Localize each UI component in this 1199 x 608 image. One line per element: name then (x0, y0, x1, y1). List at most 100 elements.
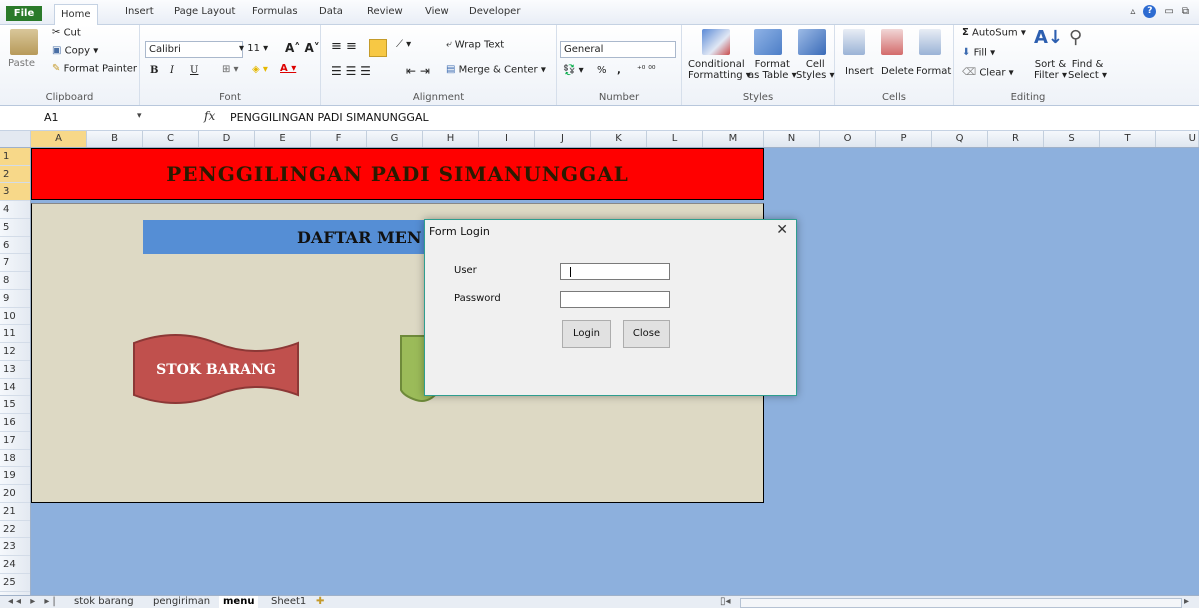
format-cells-icon[interactable] (919, 29, 941, 55)
row-header[interactable]: 11 (0, 325, 30, 343)
formula-input[interactable]: PENGGILINGAN PADI SIMANUNGGAL (230, 111, 429, 124)
column-header[interactable]: H (423, 131, 479, 147)
format-painter-button[interactable]: ✎ Format Painter (52, 63, 137, 75)
tab-insert[interactable]: Insert (123, 6, 156, 17)
copy-button[interactable]: ▣ Copy ▾ (52, 45, 98, 57)
column-header[interactable]: Q (932, 131, 988, 147)
column-header[interactable]: O (820, 131, 876, 147)
column-header[interactable]: P (876, 131, 932, 147)
sheet-tab-active[interactable]: menu (219, 596, 259, 608)
fill-color-icon[interactable]: ◈ ▾ (252, 64, 268, 75)
column-header[interactable]: M (703, 131, 764, 147)
row-header[interactable]: 1 (0, 148, 30, 166)
insert-cells-icon[interactable] (843, 29, 865, 55)
tab-review[interactable]: Review (365, 6, 405, 17)
italic-button[interactable]: I (170, 65, 174, 76)
cell-styles-icon[interactable] (798, 29, 826, 55)
bold-button[interactable]: B (150, 65, 158, 76)
row-header[interactable]: 19 (0, 467, 30, 485)
format-button[interactable]: Format (916, 66, 951, 77)
column-header[interactable]: F (311, 131, 367, 147)
user-input[interactable] (560, 263, 670, 280)
tab-page-layout[interactable]: Page Layout (172, 6, 237, 17)
row-header[interactable]: 13 (0, 361, 30, 379)
sheet-tab[interactable]: pengiriman (153, 596, 210, 608)
wrap-text-button[interactable]: ⤶ Wrap Text (446, 39, 504, 51)
column-header[interactable]: G (367, 131, 423, 147)
orientation-icon[interactable]: ⟋ ▾ (396, 39, 411, 50)
tab-data[interactable]: Data (317, 6, 345, 17)
row-header[interactable]: 22 (0, 521, 30, 538)
column-header[interactable]: B (87, 131, 143, 147)
row-header[interactable]: 17 (0, 432, 30, 450)
borders-icon[interactable]: ⊞ ▾ (222, 64, 239, 75)
close-button[interactable]: Close (623, 320, 670, 348)
indent-icon[interactable]: ⇤ ⇥ (406, 64, 430, 78)
row-header[interactable]: 23 (0, 538, 30, 556)
sort-filter-icon[interactable]: A↓ (1034, 27, 1063, 48)
grow-font-icon[interactable]: A˄ A˅ (285, 41, 320, 55)
clear-button[interactable]: ⌫ Clear ▾ (962, 67, 1014, 79)
row-header[interactable]: 5 (0, 219, 30, 237)
row-header[interactable]: 16 (0, 414, 30, 432)
new-sheet-icon[interactable]: ✚ (316, 596, 324, 608)
font-size-select[interactable]: ▾ 11 ▾ (239, 43, 268, 54)
cell-styles-button[interactable]: Cell Styles ▾ (796, 59, 835, 81)
tab-view[interactable]: View (423, 6, 451, 17)
decimal-icon[interactable]: ⁺⁰ ⁰⁰ (637, 65, 655, 75)
column-header[interactable]: L (647, 131, 703, 147)
find-select-button[interactable]: Find & Select ▾ (1068, 59, 1107, 81)
row-header[interactable]: 9 (0, 290, 30, 308)
column-header[interactable]: N (764, 131, 820, 147)
column-header[interactable]: I (479, 131, 535, 147)
conditional-formatting-icon[interactable] (702, 29, 730, 55)
number-format-select[interactable]: General (560, 41, 676, 58)
row-header[interactable]: 20 (0, 485, 30, 503)
tab-home[interactable]: Home (54, 4, 98, 25)
format-table-icon[interactable] (754, 29, 782, 55)
merge-center-button[interactable]: ▤ Merge & Center ▾ (446, 64, 546, 76)
row-header[interactable]: 18 (0, 450, 30, 467)
align-top-icon[interactable]: ≡ ≡ (331, 39, 357, 54)
column-header[interactable]: R (988, 131, 1044, 147)
window-icon[interactable]: ⧉ (1182, 6, 1189, 17)
minimize-ribbon-icon[interactable]: ▵ (1130, 6, 1135, 17)
row-header[interactable]: 8 (0, 272, 30, 290)
tab-developer[interactable]: Developer (467, 6, 522, 17)
row-header[interactable]: 24 (0, 556, 30, 574)
hscroll-right-icon[interactable]: ▸ (1184, 596, 1189, 608)
underline-button[interactable]: U (190, 65, 198, 76)
sort-filter-button[interactable]: Sort & Filter ▾ (1034, 59, 1067, 81)
name-box[interactable]: A1 (44, 111, 59, 124)
row-header[interactable]: 14 (0, 379, 30, 396)
comma-button[interactable]: , (617, 65, 621, 76)
paste-label[interactable]: Paste (8, 58, 35, 69)
row-header[interactable]: 21 (0, 503, 30, 521)
tab-formulas[interactable]: Formulas (250, 6, 300, 17)
delete-button[interactable]: Delete (881, 66, 914, 77)
percent-button[interactable]: % (597, 65, 607, 76)
help-icon[interactable]: ? (1143, 5, 1157, 18)
column-header[interactable]: E (255, 131, 311, 147)
row-header[interactable]: 2 (0, 166, 30, 183)
row-header[interactable]: 15 (0, 396, 30, 414)
paste-icon[interactable] (10, 29, 38, 55)
font-color-icon[interactable]: A ▾ (280, 63, 296, 74)
currency-icon[interactable]: 💱 ▾ (563, 65, 584, 76)
align-left-icon[interactable]: ☰ ☰ ☰ (331, 64, 371, 78)
column-header[interactable]: S (1044, 131, 1100, 147)
row-header[interactable]: 7 (0, 254, 30, 272)
stok-barang-banner[interactable]: STOK BARANG (131, 333, 301, 413)
column-header[interactable]: C (143, 131, 199, 147)
row-header[interactable]: 12 (0, 343, 30, 361)
row-header[interactable]: 10 (0, 308, 30, 325)
row-header[interactable]: 3 (0, 183, 30, 201)
autosum-button[interactable]: Σ AutoSum ▾ (962, 27, 1026, 39)
password-input[interactable] (560, 291, 670, 308)
row-header[interactable]: 6 (0, 237, 30, 254)
sheet-tab[interactable]: stok barang (74, 596, 134, 608)
sheet-title-banner[interactable]: PENGGILINGAN PADI SIMANUNGGAL (31, 148, 764, 200)
binoculars-icon[interactable]: ⚲ (1069, 27, 1082, 48)
insert-function-icon[interactable]: fx (204, 109, 215, 123)
insert-button[interactable]: Insert (845, 66, 874, 77)
